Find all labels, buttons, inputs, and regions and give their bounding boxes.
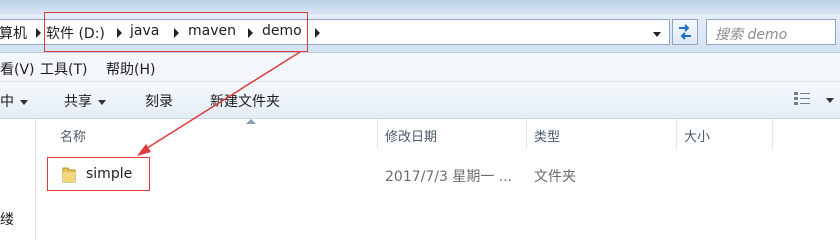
annotation-arrow <box>137 51 301 156</box>
